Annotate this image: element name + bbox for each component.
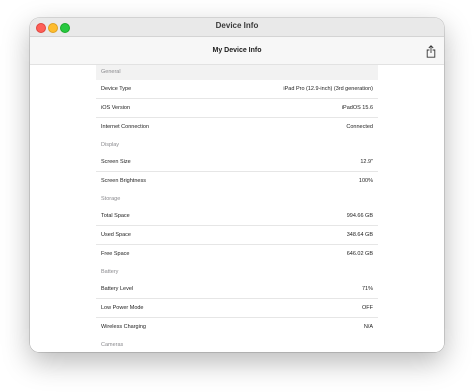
info-row-ios-version[interactable]: iOS Version iPadOS 15.6 <box>96 99 378 118</box>
navigation-bar: My Device Info <box>30 37 444 65</box>
info-row-device-type[interactable]: Device Type iPad Pro (12.9-inch) (3rd gen… <box>96 80 378 99</box>
info-row-used-space[interactable]: Used Space 348.64 GB <box>96 226 378 245</box>
app-window: Device Info My Device Info General Device… <box>30 18 444 352</box>
row-value: iPad Pro (12.9-inch) (3rd generation) <box>283 86 373 92</box>
row-label: Used Space <box>101 232 131 238</box>
row-label: Free Space <box>101 251 130 257</box>
row-label: Total Space <box>101 213 130 219</box>
row-label: Battery Level <box>101 286 134 292</box>
info-row-wireless-charging[interactable]: Wireless Charging N/A <box>96 318 378 336</box>
row-label: Screen Brightness <box>101 178 146 184</box>
info-sections: General Device Type iPad Pro (12.9-inch) (… <box>96 65 378 352</box>
device-info-list[interactable]: General Device Type iPad Pro (12.9-inch) (… <box>30 65 444 352</box>
section-header-battery: Battery <box>101 269 119 275</box>
row-label: Internet Connection <box>101 124 150 130</box>
row-label: Device Type <box>101 86 132 92</box>
row-label: Low Power Mode <box>101 305 144 311</box>
title-bar[interactable]: Device Info <box>30 18 444 37</box>
row-value: OFF <box>362 305 373 311</box>
row-label: iOS Version <box>101 105 131 111</box>
row-value: 646.02 GB <box>346 251 373 257</box>
info-row-screen-size[interactable]: Screen Size 12.9" <box>96 153 378 172</box>
info-row-internet-connection[interactable]: Internet Connection Connected <box>96 118 378 136</box>
window-title: Device Info <box>215 21 259 30</box>
share-icon <box>426 45 436 58</box>
section-header-display: Display <box>101 142 120 148</box>
info-row-free-space[interactable]: Free Space 646.02 GB <box>96 245 378 263</box>
row-value: 100% <box>358 178 373 184</box>
section-header-cameras: Cameras <box>101 342 124 348</box>
row-value: Connected <box>346 124 373 130</box>
row-value: iPadOS 15.6 <box>341 105 373 111</box>
section-header-general: General <box>96 65 378 80</box>
row-label: Wireless Charging <box>101 324 146 330</box>
share-button[interactable] <box>426 45 436 58</box>
row-value: 71% <box>361 286 373 292</box>
page-title: My Device Info <box>212 47 262 54</box>
row-value: 994.66 GB <box>346 213 373 219</box>
info-row-battery-level[interactable]: Battery Level 71% <box>96 280 378 299</box>
info-row-total-space[interactable]: Total Space 994.66 GB <box>96 207 378 226</box>
row-value: 348.64 GB <box>346 232 373 238</box>
info-row-low-power-mode[interactable]: Low Power Mode OFF <box>96 299 378 318</box>
row-value: 12.9" <box>360 159 373 165</box>
row-value: N/A <box>363 324 373 330</box>
row-label: Screen Size <box>101 159 131 165</box>
section-header-storage: Storage <box>101 196 121 202</box>
info-row-screen-brightness[interactable]: Screen Brightness 100% <box>96 172 378 190</box>
